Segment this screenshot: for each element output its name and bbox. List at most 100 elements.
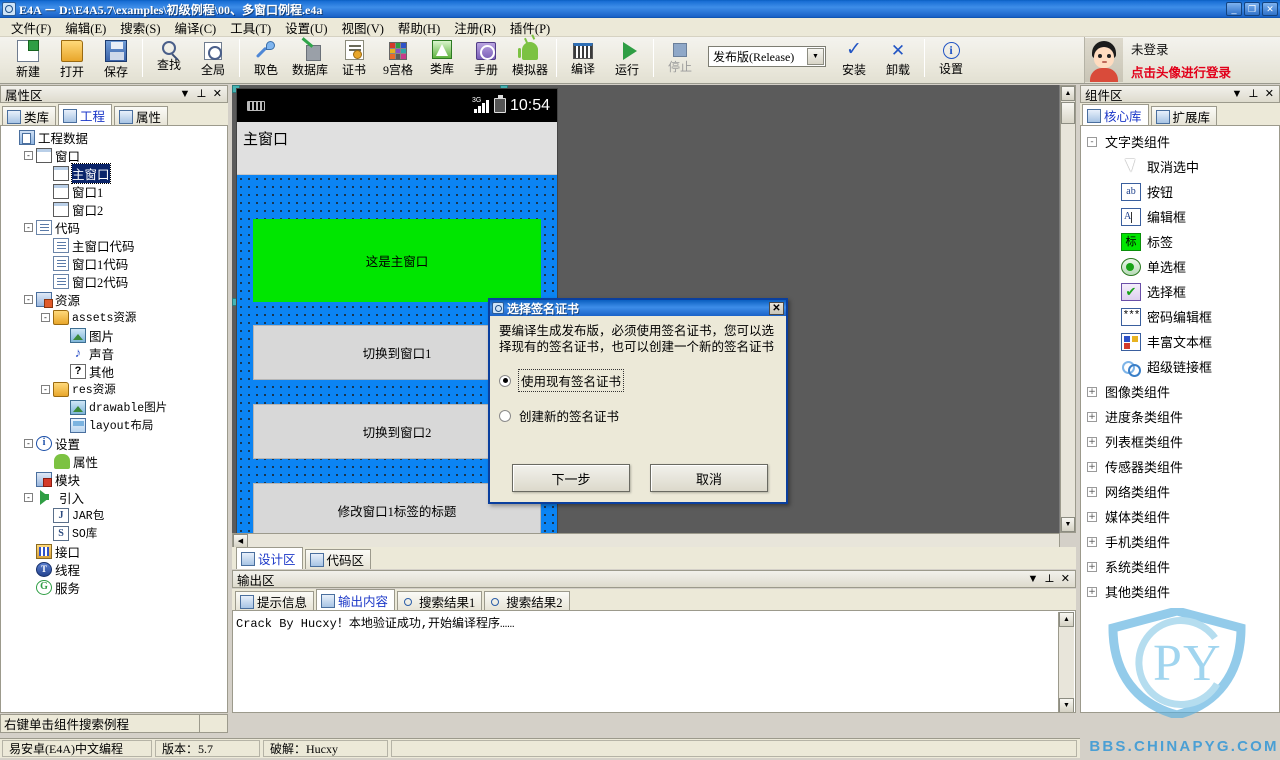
menu-item-1[interactable]: 编辑(E) xyxy=(58,16,113,39)
component-item-标签[interactable]: 标标签 xyxy=(1081,229,1279,254)
tree-item[interactable]: - assets资源 xyxy=(1,308,227,326)
radio-create-new-certificate[interactable]: 创建新的签名证书 xyxy=(499,406,777,425)
tree-item[interactable]: 窗口1代码 xyxy=(1,254,227,272)
toolbar-button-open-folder[interactable]: 打开 xyxy=(50,37,94,82)
minimize-button[interactable]: _ xyxy=(1226,2,1242,16)
component-group-系统类组件[interactable]: + 系统类组件 xyxy=(1081,554,1279,579)
component-list[interactable]: - 文字类组件 取消选中 ab 按钮 A 编辑框标标签 单选框 ✔ 选择框 *** 密码编辑框 丰富文本… xyxy=(1080,125,1280,713)
panel-close-icon[interactable]: ✕ xyxy=(1061,573,1070,585)
toolbar-button-color-picker[interactable]: 取色 xyxy=(244,37,288,82)
build-mode-select[interactable]: 发布版(Release) ▼ xyxy=(708,46,826,67)
panel-menu-icon[interactable]: ▼ xyxy=(1232,88,1243,100)
tab-提示信息[interactable]: 提示信息 xyxy=(235,591,315,611)
component-group-文字类组件[interactable]: - 文字类组件 xyxy=(1081,129,1279,154)
tab-类库[interactable]: 类库 xyxy=(2,106,57,126)
toolbar-button-search-magnifier[interactable]: 查找 xyxy=(147,37,191,82)
expand-icon[interactable]: + xyxy=(1087,511,1097,522)
tree-item[interactable]: - 引入 xyxy=(1,488,227,506)
menu-item-8[interactable]: 注册(R) xyxy=(447,16,503,39)
tree-item[interactable]: 窗口1 xyxy=(1,182,227,200)
chevron-down-icon[interactable]: ▼ xyxy=(807,48,824,65)
cancel-button[interactable]: 取消 xyxy=(650,464,768,492)
tree-expander-icon[interactable]: - xyxy=(41,312,50,322)
output-vertical-scrollbar[interactable]: ▲ ▼ xyxy=(1058,612,1074,712)
component-group-其他类组件[interactable]: + 其他类组件 xyxy=(1081,579,1279,604)
toolbar-button-new-file[interactable]: 新建 xyxy=(6,37,50,82)
scroll-down-button[interactable]: ▼ xyxy=(1061,517,1075,532)
login-area[interactable]: 未登录 点击头像进行登录 xyxy=(1084,37,1280,83)
panel-menu-icon[interactable]: ▼ xyxy=(180,88,191,100)
component-item-超级链接框[interactable]: 超级链接框 xyxy=(1081,354,1279,379)
tab-输出内容[interactable]: 输出内容 xyxy=(316,589,396,611)
toolbar-button-nine-grid[interactable]: 9宫格 xyxy=(376,37,420,82)
toolbar-button-global-search[interactable]: 全局 xyxy=(191,37,235,82)
designer-widget-label-main[interactable]: 这是主窗口 xyxy=(253,219,541,302)
component-item-选择框[interactable]: ✔ 选择框 xyxy=(1081,279,1279,304)
component-group-进度条类组件[interactable]: + 进度条类组件 xyxy=(1081,404,1279,429)
tree-item[interactable]: 图片 xyxy=(1,326,227,344)
panel-close-icon[interactable]: ✕ xyxy=(213,88,222,100)
component-group-列表框类组件[interactable]: + 列表框类组件 xyxy=(1081,429,1279,454)
component-item-取消选中[interactable]: 取消选中 xyxy=(1081,154,1279,179)
tree-item[interactable]: S SO库 xyxy=(1,524,227,542)
login-hint[interactable]: 点击头像进行登录 xyxy=(1131,62,1231,81)
panel-menu-icon[interactable]: ▼ xyxy=(1028,573,1039,585)
menu-item-6[interactable]: 视图(V) xyxy=(335,16,391,39)
menu-item-7[interactable]: 帮助(H) xyxy=(391,16,447,39)
expand-icon[interactable]: + xyxy=(1087,436,1097,447)
scroll-up-button[interactable]: ▲ xyxy=(1061,86,1075,101)
tree-item[interactable]: layout布局 xyxy=(1,416,227,434)
toolbar-button-compile[interactable]: 编译 xyxy=(561,37,605,82)
tree-expander-icon[interactable]: - xyxy=(41,384,50,394)
menu-item-5[interactable]: 设置(U) xyxy=(278,16,334,39)
dialog-close-button[interactable]: ✕ xyxy=(769,301,784,315)
tree-item[interactable]: 窗口2代码 xyxy=(1,272,227,290)
tree-expander-icon[interactable]: - xyxy=(24,438,33,448)
menu-item-9[interactable]: 插件(P) xyxy=(503,16,557,39)
project-tree[interactable]: 工程数据 - 窗口 主窗口 窗口1 窗口2- 代码 主窗口代码 窗口1代码 窗口2代码 - 资源 - as… xyxy=(0,125,228,713)
tab-代码区[interactable]: 代码区 xyxy=(304,549,372,569)
tree-item[interactable]: 工程数据 xyxy=(1,128,227,146)
expand-icon[interactable]: + xyxy=(1087,486,1097,497)
tree-item[interactable]: - res资源 xyxy=(1,380,227,398)
component-group-媒体类组件[interactable]: + 媒体类组件 xyxy=(1081,504,1279,529)
component-item-密码编辑框[interactable]: *** 密码编辑框 xyxy=(1081,304,1279,329)
toolbar-button-certificate[interactable]: 证书 xyxy=(332,37,376,82)
pin-icon[interactable]: ⊥ xyxy=(196,88,206,100)
component-item-单选框[interactable]: 单选框 xyxy=(1081,254,1279,279)
tree-item[interactable]: J JAR包 xyxy=(1,506,227,524)
tree-item[interactable]: 模块 xyxy=(1,470,227,488)
tree-item[interactable]: ♪ 声音 xyxy=(1,344,227,362)
tree-expander-icon[interactable]: - xyxy=(24,294,33,304)
pin-icon[interactable]: ⊥ xyxy=(1248,88,1258,100)
avatar[interactable] xyxy=(1085,38,1123,82)
scroll-up-button[interactable]: ▲ xyxy=(1059,612,1074,627)
toolbar-button-settings-info[interactable]: i 设置 xyxy=(929,37,973,82)
tree-expander-icon[interactable]: - xyxy=(24,222,33,232)
tab-工程[interactable]: 工程 xyxy=(58,104,113,126)
tab-搜索结果1[interactable]: 搜索结果1 xyxy=(397,591,483,611)
tree-expander-icon[interactable]: - xyxy=(24,492,33,502)
menu-item-4[interactable]: 工具(T) xyxy=(223,16,278,39)
toolbar-button-manual[interactable]: 手册 xyxy=(464,37,508,82)
menu-item-2[interactable]: 搜索(S) xyxy=(113,16,167,39)
tab-扩展库[interactable]: 扩展库 xyxy=(1150,106,1218,126)
collapse-icon[interactable]: - xyxy=(1087,136,1097,147)
scroll-thumb[interactable] xyxy=(1061,102,1075,124)
toolbar-button-save-disk[interactable]: 保存 xyxy=(94,37,138,82)
next-button[interactable]: 下一步 xyxy=(512,464,630,492)
tree-item[interactable]: 属性 xyxy=(1,452,227,470)
component-item-编辑框[interactable]: A 编辑框 xyxy=(1081,204,1279,229)
canvas-vertical-scrollbar[interactable]: ▲ ▼ xyxy=(1060,85,1076,533)
tree-item[interactable]: 主窗口代码 xyxy=(1,236,227,254)
expand-icon[interactable]: + xyxy=(1087,411,1097,422)
tree-item[interactable]: 接口 xyxy=(1,542,227,560)
tree-item-selected[interactable]: 主窗口 xyxy=(1,162,227,184)
toolbar-button-install-check[interactable]: ✓ 安装 xyxy=(832,37,876,82)
scroll-down-button[interactable]: ▼ xyxy=(1059,698,1074,712)
toolbar-button-class-library[interactable]: 类库 xyxy=(420,37,464,82)
component-group-网络类组件[interactable]: + 网络类组件 xyxy=(1081,479,1279,504)
tree-item[interactable]: - i 设置 xyxy=(1,434,227,452)
radio-use-existing-certificate[interactable]: 使用现有签名证书 xyxy=(499,369,777,392)
toolbar-button-run-play[interactable]: 运行 xyxy=(605,37,649,82)
